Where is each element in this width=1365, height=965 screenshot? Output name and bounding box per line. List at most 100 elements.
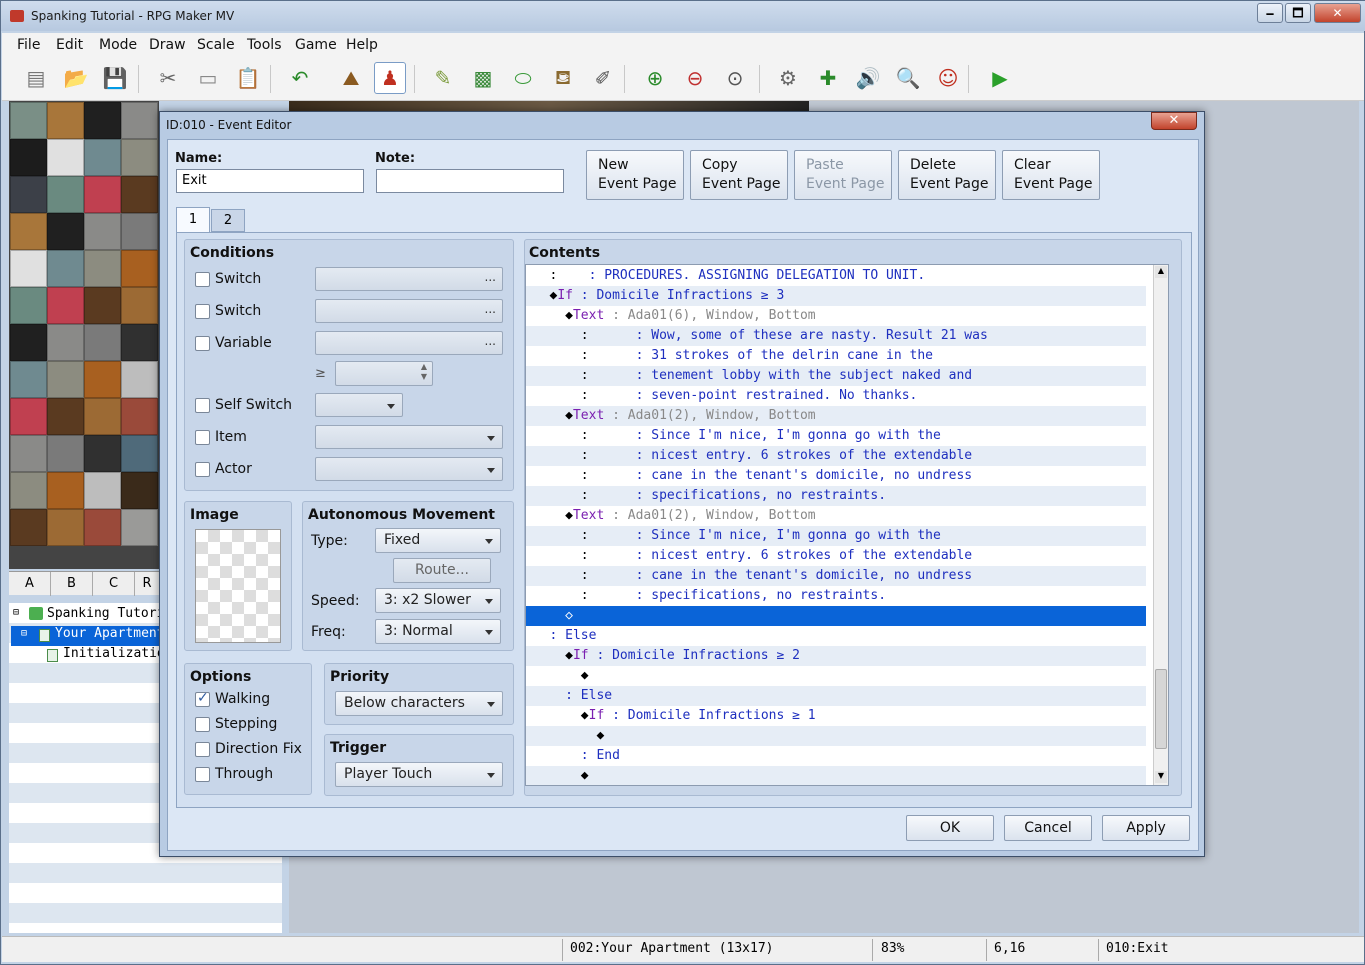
event-command-row[interactable]: ◆ bbox=[526, 726, 1146, 746]
direction-fix-checkbox[interactable] bbox=[195, 742, 210, 757]
tile[interactable] bbox=[84, 176, 121, 213]
tile[interactable] bbox=[47, 509, 84, 546]
tile[interactable] bbox=[84, 102, 121, 139]
character-generator-icon[interactable]: ☺ bbox=[932, 62, 964, 94]
maximize-button[interactable]: 🗖 bbox=[1285, 3, 1311, 23]
tile[interactable] bbox=[84, 324, 121, 361]
tile[interactable] bbox=[47, 176, 84, 213]
tile[interactable] bbox=[84, 509, 121, 546]
menu-tools[interactable]: Tools bbox=[247, 37, 282, 53]
movement-freq-dropdown[interactable]: 3: Normal bbox=[375, 619, 501, 644]
paste-event-page-button[interactable]: Paste Event Page bbox=[794, 150, 892, 200]
event-command-row[interactable]: ◆Text : Ada01(6), Window, Bottom bbox=[526, 306, 1146, 326]
event-command-row[interactable]: : : PROCEDURES. ASSIGNING DELEGATION TO … bbox=[526, 266, 1146, 286]
tile[interactable] bbox=[84, 361, 121, 398]
walking-checkbox[interactable] bbox=[195, 690, 210, 707]
sound-test-icon[interactable]: 🔊 bbox=[852, 62, 884, 94]
tile[interactable] bbox=[121, 287, 158, 324]
menu-scale[interactable]: Scale bbox=[197, 37, 235, 53]
tile[interactable] bbox=[121, 361, 158, 398]
event-command-row[interactable]: : : specifications, no restraints. bbox=[526, 486, 1146, 506]
event-command-row[interactable]: ◆Text : Ada01(2), Window, Bottom bbox=[526, 406, 1146, 426]
event-command-row[interactable]: : : cane in the tenant's domicile, no un… bbox=[526, 566, 1146, 586]
tile[interactable] bbox=[47, 472, 84, 509]
tile[interactable] bbox=[84, 250, 121, 287]
event-command-row[interactable]: : : nicest entry. 6 strokes of the exten… bbox=[526, 446, 1146, 466]
contents-list[interactable]: : : PROCEDURES. ASSIGNING DELEGATION TO … bbox=[525, 264, 1169, 786]
pencil-icon[interactable]: ✎ bbox=[427, 62, 459, 94]
menu-mode[interactable]: Mode bbox=[99, 37, 137, 53]
tile[interactable] bbox=[121, 472, 158, 509]
tree-map[interactable]: Your Apartment bbox=[55, 626, 165, 641]
tile[interactable] bbox=[47, 287, 84, 324]
tile[interactable] bbox=[121, 102, 158, 139]
event-image-preview[interactable] bbox=[195, 529, 281, 643]
menu-help[interactable]: Help bbox=[346, 37, 378, 53]
tile-tab-c[interactable]: C bbox=[93, 572, 135, 596]
tile[interactable] bbox=[84, 398, 121, 435]
event-command-row[interactable]: ◆If : Domicile Infractions ≥ 1 bbox=[526, 706, 1146, 726]
event-command-row[interactable]: : : Since I'm nice, I'm gonna go with th… bbox=[526, 426, 1146, 446]
tile-tab-a[interactable]: A bbox=[9, 572, 51, 596]
event-command-row[interactable]: : : seven-point restrained. No thanks. bbox=[526, 386, 1146, 406]
tile[interactable] bbox=[84, 213, 121, 250]
copy-icon[interactable]: ▭ bbox=[192, 62, 224, 94]
movement-type-dropdown[interactable]: Fixed bbox=[375, 528, 501, 553]
variable-value-spinner[interactable]: ▲ ▼ bbox=[335, 361, 433, 386]
menu-game[interactable]: Game bbox=[295, 37, 337, 53]
tile[interactable] bbox=[84, 139, 121, 176]
tile-tab-r[interactable]: R bbox=[135, 572, 159, 596]
collapse-icon[interactable]: ⊟ bbox=[13, 607, 19, 618]
note-field[interactable] bbox=[376, 169, 564, 193]
actor-checkbox[interactable] bbox=[195, 462, 210, 477]
event-command-row[interactable]: ◆Text : Ada01(2), Window, Bottom bbox=[526, 506, 1146, 526]
paste-icon[interactable]: 📋 bbox=[232, 62, 264, 94]
variable-checkbox[interactable] bbox=[195, 336, 210, 351]
close-button[interactable]: ✕ bbox=[1314, 3, 1361, 23]
tile[interactable] bbox=[121, 324, 158, 361]
event-command-row[interactable]: ◆If : Domicile Infractions ≥ 2 bbox=[526, 646, 1146, 666]
stepping-checkbox[interactable] bbox=[195, 717, 210, 732]
scroll-up-icon[interactable]: ▲ bbox=[1155, 266, 1167, 278]
menu-edit[interactable]: Edit bbox=[56, 37, 83, 53]
tab-page-1[interactable]: 1 bbox=[176, 207, 210, 233]
item-dropdown[interactable] bbox=[315, 425, 503, 449]
menu-file[interactable]: File bbox=[17, 37, 40, 53]
event-command-row[interactable]: ◆ bbox=[526, 666, 1146, 686]
new-event-page-button[interactable]: New Event Page bbox=[586, 150, 684, 200]
event-command-row[interactable]: : : specifications, no restraints. bbox=[526, 586, 1146, 606]
tile[interactable] bbox=[84, 472, 121, 509]
tile[interactable] bbox=[47, 213, 84, 250]
tile[interactable] bbox=[10, 324, 47, 361]
tile[interactable] bbox=[121, 213, 158, 250]
event-command-row[interactable]: : Else bbox=[526, 686, 1146, 706]
event-command-row[interactable]: ◇ bbox=[526, 606, 1146, 626]
clear-event-page-button[interactable]: Clear Event Page bbox=[1002, 150, 1100, 200]
event-command-row[interactable]: ◆ bbox=[526, 766, 1146, 785]
item-checkbox[interactable] bbox=[195, 430, 210, 445]
tile[interactable] bbox=[10, 250, 47, 287]
event-command-row[interactable]: : End bbox=[526, 746, 1146, 766]
priority-dropdown[interactable]: Below characters bbox=[335, 691, 503, 716]
tile-tab-b[interactable]: B bbox=[51, 572, 93, 596]
fill-icon[interactable]: ⛾ bbox=[547, 62, 579, 94]
new-project-icon[interactable]: ▤ bbox=[20, 62, 52, 94]
tile[interactable] bbox=[121, 139, 158, 176]
event-command-row[interactable]: : Else bbox=[526, 626, 1146, 646]
event-command-row[interactable]: : : nicest entry. 6 strokes of the exten… bbox=[526, 546, 1146, 566]
switch1-selector[interactable]: ... bbox=[315, 267, 503, 291]
name-field[interactable]: Exit bbox=[176, 169, 364, 193]
switch2-checkbox[interactable] bbox=[195, 304, 210, 319]
tile[interactable] bbox=[10, 176, 47, 213]
tab-page-2[interactable]: 2 bbox=[211, 209, 245, 232]
event-command-row[interactable]: : : Since I'm nice, I'm gonna go with th… bbox=[526, 526, 1146, 546]
event-command-row[interactable]: : : tenement lobby with the subject nake… bbox=[526, 366, 1146, 386]
tile[interactable] bbox=[121, 509, 158, 546]
event-command-row[interactable]: : : Wow, some of these are nasty. Result… bbox=[526, 326, 1146, 346]
tile[interactable] bbox=[10, 102, 47, 139]
tile[interactable] bbox=[121, 435, 158, 472]
tile[interactable] bbox=[10, 472, 47, 509]
cut-icon[interactable]: ✂ bbox=[152, 62, 184, 94]
scroll-thumb[interactable] bbox=[1155, 669, 1167, 749]
tile[interactable] bbox=[10, 139, 47, 176]
